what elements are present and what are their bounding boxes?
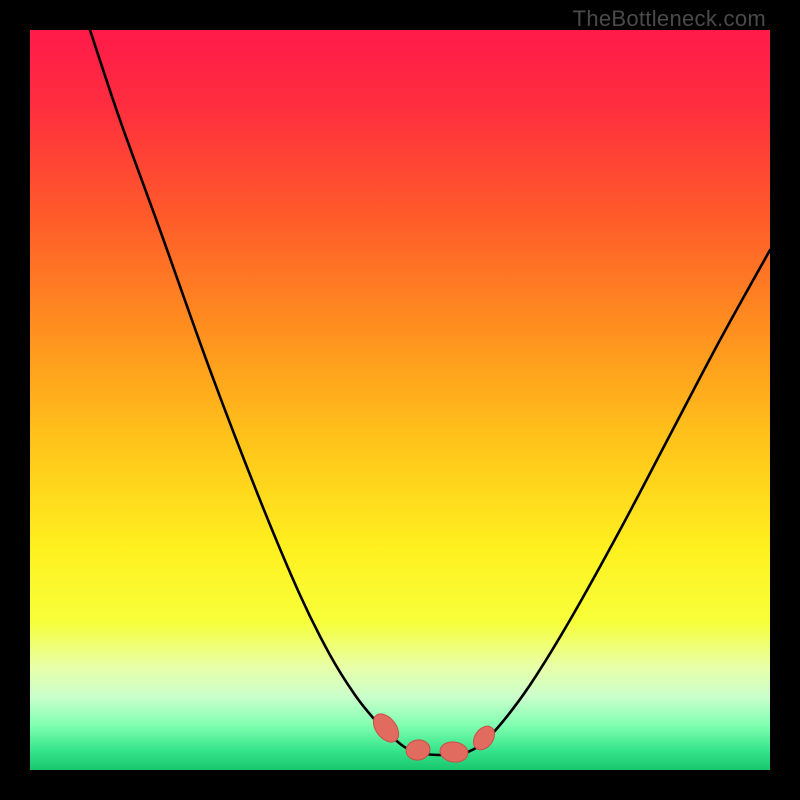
marker-valley-right bbox=[439, 740, 470, 764]
watermark-text: TheBottleneck.com bbox=[573, 6, 766, 32]
curve-left-branch bbox=[90, 30, 412, 751]
bottleneck-curve bbox=[30, 30, 770, 770]
plot-area bbox=[30, 30, 770, 770]
chart-frame: TheBottleneck.com bbox=[0, 0, 800, 800]
curve-right-branch bbox=[468, 250, 770, 752]
marker-valley-left bbox=[404, 738, 431, 762]
